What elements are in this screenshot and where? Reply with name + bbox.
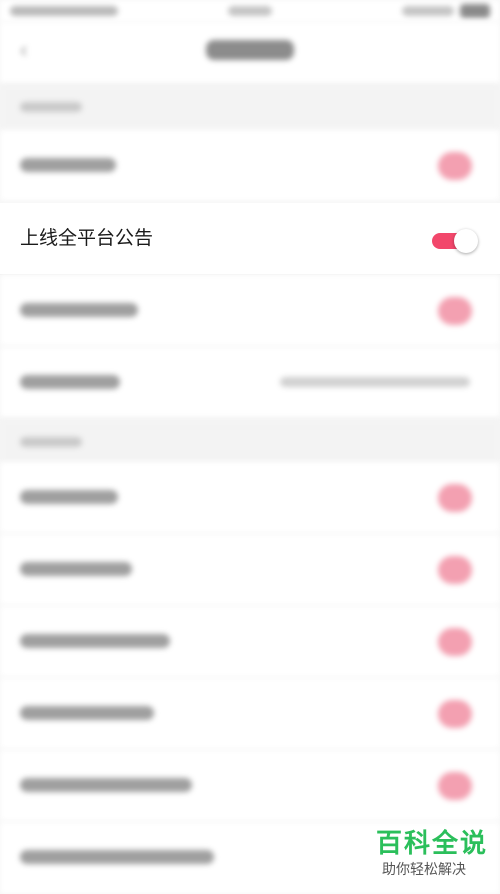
toggle-switch[interactable]	[438, 556, 472, 584]
back-arrow-icon[interactable]: ‹	[20, 38, 38, 62]
settings-row-label: 上线全平台公告	[20, 228, 154, 249]
battery-icon	[460, 4, 490, 18]
settings-row-platform-announcement[interactable]: 上线全平台公告	[0, 203, 500, 275]
toggle-switch[interactable]	[438, 484, 472, 512]
settings-row-label	[20, 490, 118, 504]
settings-row-label	[20, 303, 138, 317]
navigation-bar: ‹	[0, 22, 500, 84]
toggle-switch[interactable]	[438, 700, 472, 728]
status-indicators	[402, 6, 454, 16]
settings-row-label	[20, 562, 132, 576]
settings-row-label	[20, 158, 116, 172]
settings-row-5[interactable]	[0, 462, 500, 534]
toggle-knob	[454, 229, 478, 253]
page-title	[206, 40, 294, 60]
section-header-2	[0, 419, 500, 465]
watermark-title: 百科全说	[376, 828, 489, 858]
watermark-subtitle: 助你轻松解决	[382, 861, 466, 877]
settings-row-8[interactable]	[0, 678, 500, 750]
settings-row-value	[280, 377, 470, 387]
platform-announcement-toggle[interactable]	[432, 228, 478, 254]
settings-row-3[interactable]	[0, 275, 500, 347]
toggle-switch[interactable]	[438, 772, 472, 800]
carrier-signal-icon	[10, 6, 118, 16]
settings-row-label	[20, 634, 170, 648]
settings-row-7[interactable]	[0, 606, 500, 678]
settings-row-4[interactable]	[0, 347, 500, 419]
status-bar	[0, 0, 500, 22]
toggle-switch[interactable]	[438, 152, 472, 180]
watermark-logo: 百科全说 助你轻松解决	[372, 826, 490, 882]
status-time	[228, 6, 272, 16]
toggle-switch[interactable]	[438, 628, 472, 656]
settings-row-label	[20, 850, 214, 864]
settings-row-label	[20, 706, 154, 720]
settings-row-label	[20, 778, 192, 792]
settings-row-9[interactable]	[0, 750, 500, 822]
section-header-1	[0, 84, 500, 130]
settings-row-1[interactable]	[0, 130, 500, 202]
toggle-switch[interactable]	[438, 297, 472, 325]
settings-row-6[interactable]	[0, 534, 500, 606]
settings-row-label	[20, 375, 120, 389]
